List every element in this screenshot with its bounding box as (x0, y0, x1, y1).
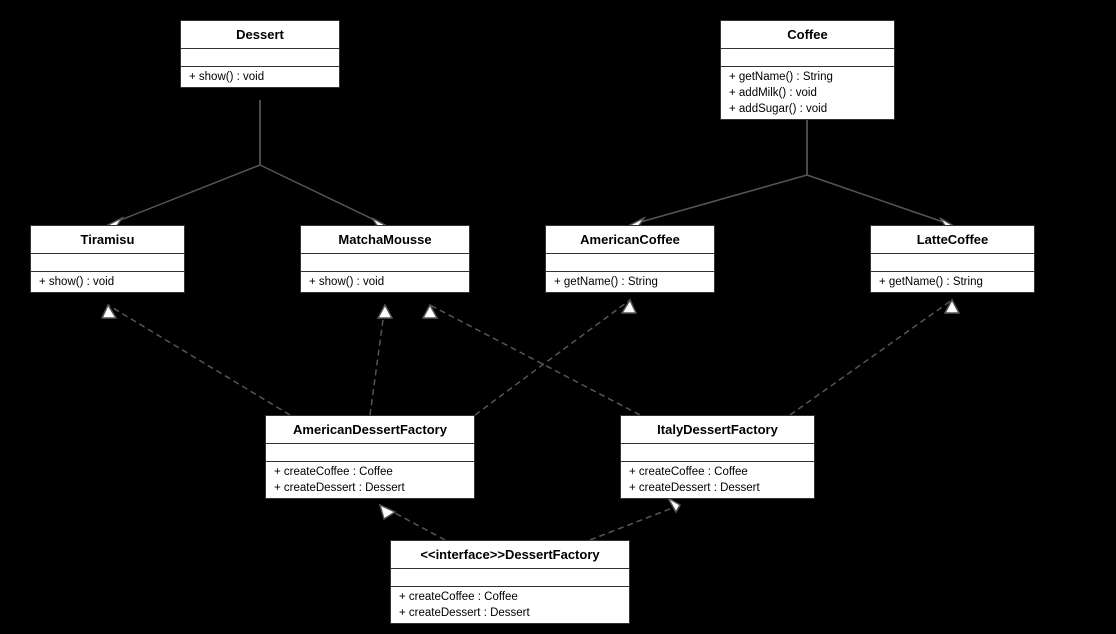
dessertfactory-method-1: + createCoffee : Coffee (391, 589, 629, 605)
dessert-method-1: + show() : void (181, 69, 339, 85)
class-coffee-header: Coffee (721, 21, 894, 49)
class-dessert: Dessert + show() : void (180, 20, 340, 88)
class-lattecoffee-header: LatteCoffee (871, 226, 1034, 254)
class-americandesertfactory-header: AmericanDessertFactory (266, 416, 474, 444)
class-dessertfactory: <<interface>>DessertFactory + createCoff… (390, 540, 630, 624)
dessertfactory-method-2: + createDessert : Dessert (391, 605, 629, 621)
class-coffee-methods: + getName() : String + addMilk() : void … (721, 67, 894, 119)
arrows-svg (0, 0, 1116, 634)
class-italydesertfactory-methods: + createCoffee : Coffee + createDessert … (621, 462, 814, 498)
class-americandesertfactory-empty-section (266, 444, 474, 462)
class-italydesertfactory: ItalyDessertFactory + createCoffee : Cof… (620, 415, 815, 499)
class-tiramisu-empty-section (31, 254, 184, 272)
class-dessert-empty-section (181, 49, 339, 67)
matchamousse-method-1: + show() : void (301, 274, 469, 290)
class-dessert-methods: + show() : void (181, 67, 339, 87)
italydesertfactory-method-2: + createDessert : Dessert (621, 480, 814, 496)
americancoffee-method-1: + getName() : String (546, 274, 714, 290)
class-americancoffee-methods: + getName() : String (546, 272, 714, 292)
class-americancoffee-header: AmericanCoffee (546, 226, 714, 254)
class-tiramisu-header: Tiramisu (31, 226, 184, 254)
class-dessertfactory-empty-section (391, 569, 629, 587)
class-italydesertfactory-empty-section (621, 444, 814, 462)
diagram: Dessert + show() : void Coffee + getName… (0, 0, 1116, 634)
coffee-method-3: + addSugar() : void (721, 101, 894, 117)
class-tiramisu: Tiramisu + show() : void (30, 225, 185, 293)
class-americandesertfactory-methods: + createCoffee : Coffee + createDessert … (266, 462, 474, 498)
class-lattecoffee-methods: + getName() : String (871, 272, 1034, 292)
americandesertfactory-method-2: + createDessert : Dessert (266, 480, 474, 496)
class-coffee-empty-section (721, 49, 894, 67)
coffee-method-2: + addMilk() : void (721, 85, 894, 101)
class-matchamousse-methods: + show() : void (301, 272, 469, 292)
class-lattecoffee-empty-section (871, 254, 1034, 272)
class-dessertfactory-header: <<interface>>DessertFactory (391, 541, 629, 569)
class-lattecoffee: LatteCoffee + getName() : String (870, 225, 1035, 293)
class-dessert-header: Dessert (181, 21, 339, 49)
class-matchamousse-empty-section (301, 254, 469, 272)
class-americandesertfactory: AmericanDessertFactory + createCoffee : … (265, 415, 475, 499)
coffee-method-1: + getName() : String (721, 69, 894, 85)
italydesertfactory-method-1: + createCoffee : Coffee (621, 464, 814, 480)
class-coffee: Coffee + getName() : String + addMilk() … (720, 20, 895, 120)
class-tiramisu-methods: + show() : void (31, 272, 184, 292)
class-matchamousse-header: MatchaMousse (301, 226, 469, 254)
class-italydesertfactory-header: ItalyDessertFactory (621, 416, 814, 444)
lattecoffee-method-1: + getName() : String (871, 274, 1034, 290)
class-americancoffee-empty-section (546, 254, 714, 272)
class-dessertfactory-methods: + createCoffee : Coffee + createDessert … (391, 587, 629, 623)
tiramisu-method-1: + show() : void (31, 274, 184, 290)
class-matchamousse: MatchaMousse + show() : void (300, 225, 470, 293)
class-americancoffee: AmericanCoffee + getName() : String (545, 225, 715, 293)
americandesertfactory-method-1: + createCoffee : Coffee (266, 464, 474, 480)
